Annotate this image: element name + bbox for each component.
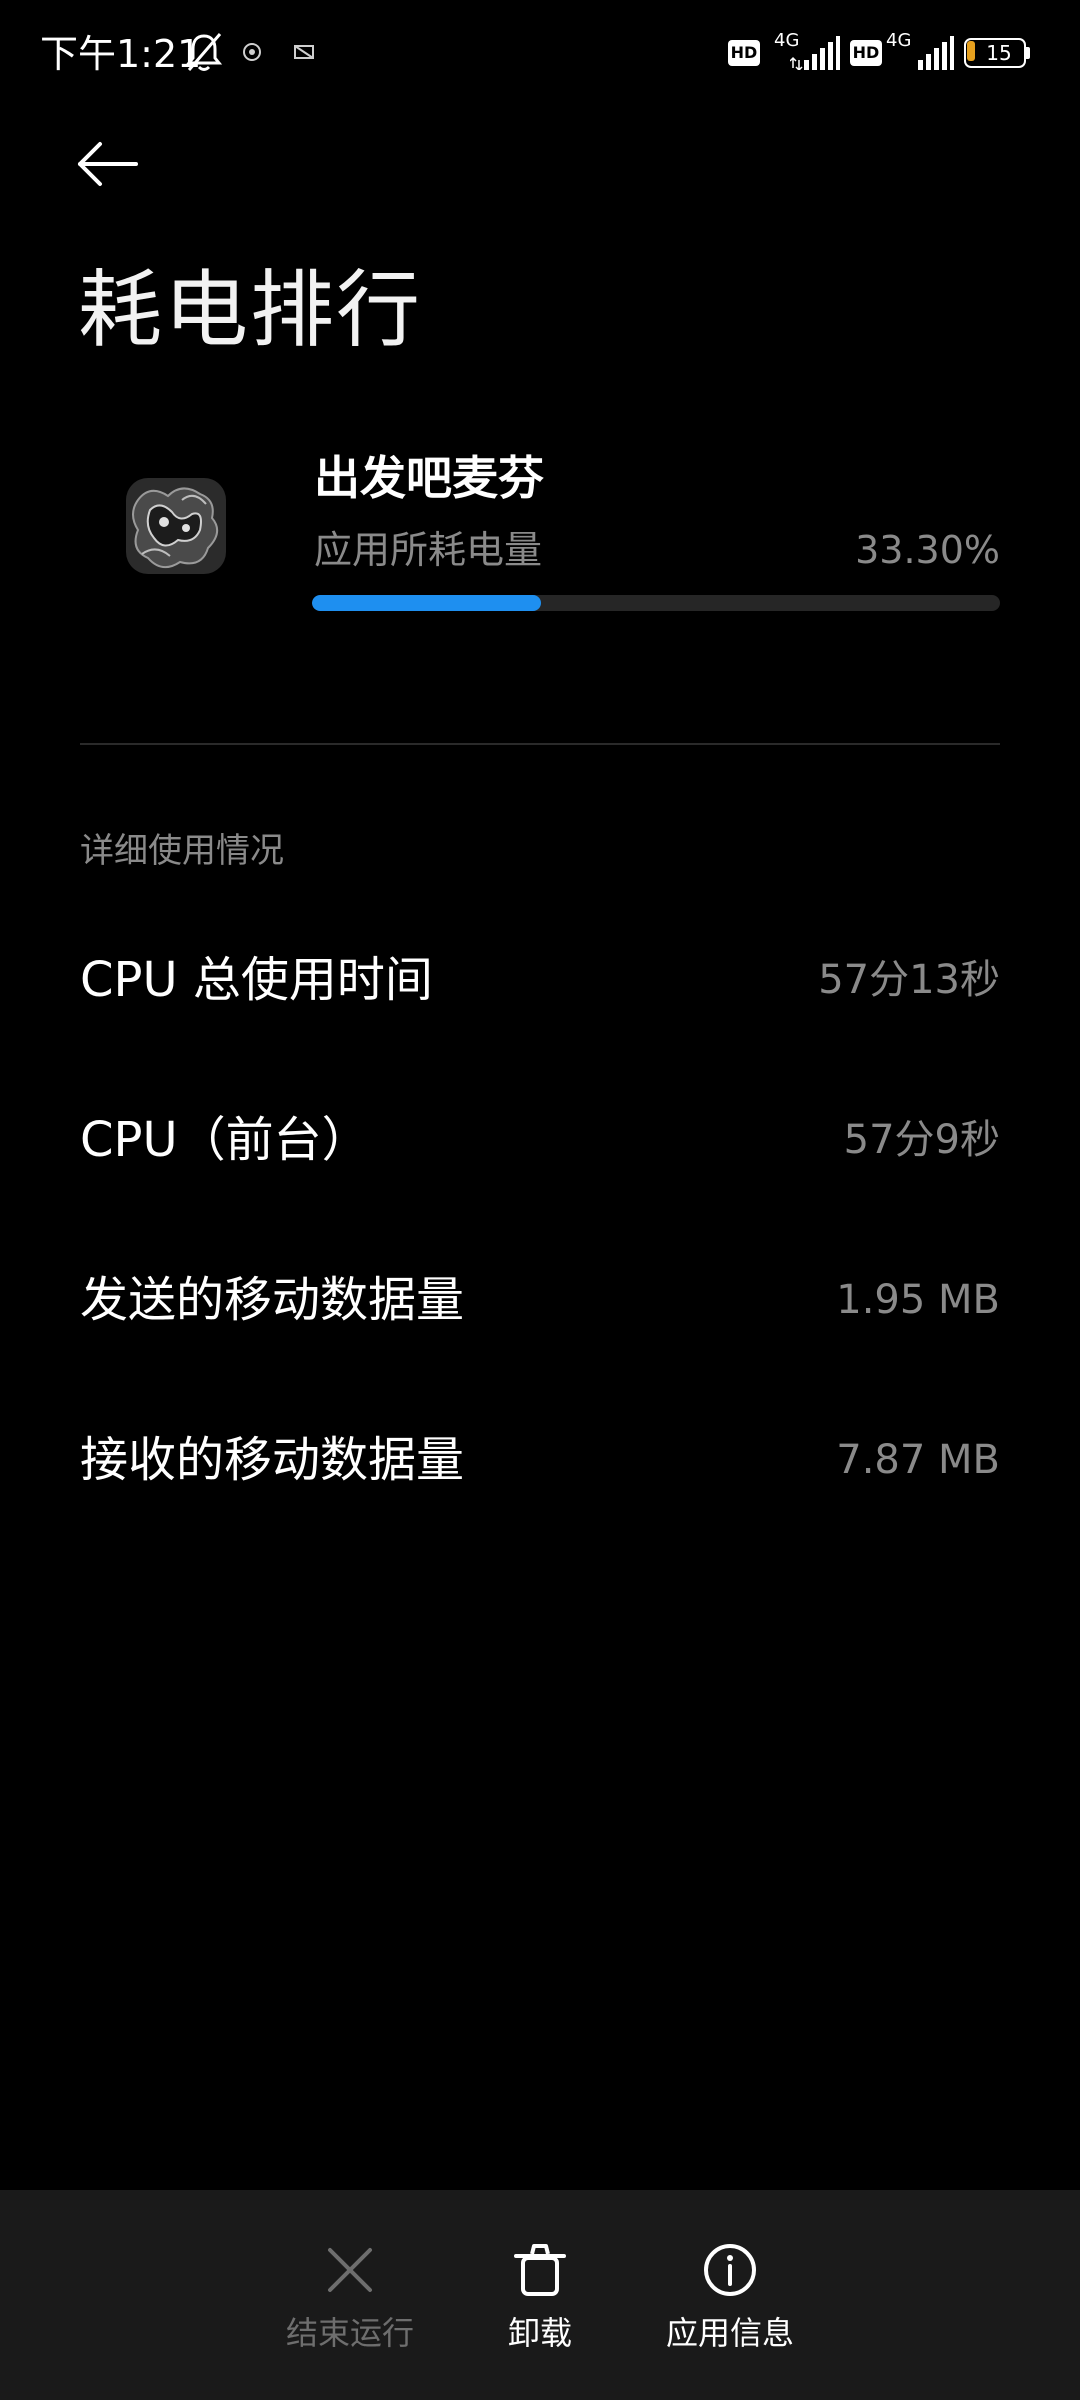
- detail-label: CPU（前台）: [80, 1112, 370, 1168]
- details-section-header: 详细使用情况: [80, 831, 284, 871]
- status-bar: 下午1:21 HD 4G HD 4G 15: [0, 0, 1080, 110]
- arrow-left-icon: [78, 142, 138, 186]
- app-notification-icon: [294, 45, 314, 59]
- detail-row-mobile-data-received: 接收的移动数据量 7.87 MB: [80, 1410, 1000, 1510]
- detail-row-mobile-data-sent: 发送的移动数据量 1.95 MB: [80, 1250, 1000, 1350]
- back-button[interactable]: [60, 130, 156, 226]
- mute-bell-icon: [185, 33, 223, 71]
- battery-usage-label: 应用所耗电量: [314, 528, 543, 572]
- uninstall-label: 卸载: [507, 2314, 572, 2352]
- divider: [80, 743, 1000, 745]
- battery-level-text: 15: [986, 41, 1012, 65]
- battery-usage-bar: [312, 595, 1000, 611]
- battery-usage-value: 33.30%: [855, 528, 1000, 572]
- detail-value: 57分9秒: [843, 1117, 1000, 1163]
- hd-badge: HD: [850, 40, 882, 66]
- signal-icon: [918, 36, 954, 70]
- battery-icon: 15: [964, 38, 1032, 68]
- app-notification-icon: [243, 43, 261, 61]
- detail-label: CPU 总使用时间: [80, 952, 433, 1008]
- force-stop-button[interactable]: 结束运行: [260, 2240, 440, 2370]
- detail-value: 57分13秒: [818, 957, 1000, 1003]
- signal-icon: [790, 36, 840, 70]
- uninstall-button[interactable]: 卸载: [450, 2240, 630, 2370]
- page-title: 耗电排行: [78, 261, 423, 359]
- hd-badge: HD: [728, 40, 760, 66]
- detail-row-cpu-total-time: CPU 总使用时间 57分13秒: [80, 930, 1000, 1030]
- app-info-button[interactable]: 应用信息: [640, 2240, 820, 2370]
- close-icon: [328, 2248, 372, 2292]
- trash-icon: [514, 2244, 566, 2296]
- battery-usage-bar-fill: [312, 595, 542, 611]
- app-info-label: 应用信息: [665, 2314, 794, 2352]
- detail-value: 1.95 MB: [836, 1277, 1000, 1323]
- app-name: 出发吧麦芬: [314, 451, 544, 505]
- detail-label: 接收的移动数据量: [80, 1432, 465, 1488]
- status-time: 下午1:21: [40, 32, 202, 76]
- battery-tip: [1026, 47, 1030, 59]
- battery-level-fill: [967, 41, 975, 61]
- detail-label: 发送的移动数据量: [80, 1272, 465, 1328]
- force-stop-label: 结束运行: [285, 2314, 414, 2352]
- bottom-action-bar: 结束运行 卸载 应用信息: [0, 2190, 1080, 2400]
- detail-row-cpu-foreground: CPU（前台） 57分9秒: [80, 1090, 1000, 1190]
- detail-value: 7.87 MB: [836, 1437, 1000, 1483]
- info-icon: [704, 2244, 756, 2296]
- app-icon: [126, 478, 226, 574]
